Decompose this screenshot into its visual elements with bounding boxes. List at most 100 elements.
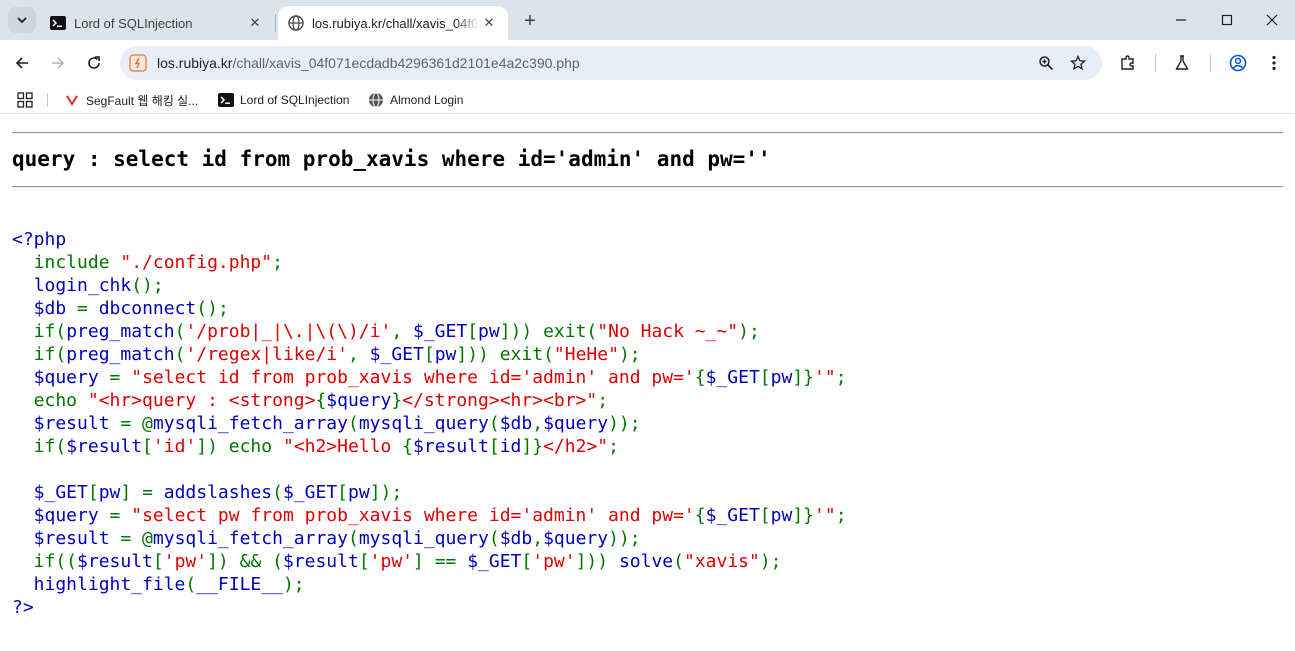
code-token: $_GET bbox=[282, 482, 338, 503]
code-token: echo bbox=[12, 390, 88, 411]
minimize-icon[interactable] bbox=[1158, 0, 1204, 40]
code-token: $db bbox=[499, 528, 533, 549]
tab-title: los.rubiya.kr/chall/xavis_04f071 bbox=[312, 15, 480, 31]
code-token: ]); bbox=[369, 482, 403, 503]
maximize-icon[interactable] bbox=[1204, 0, 1250, 40]
code-token: 'id' bbox=[152, 436, 197, 457]
tab-title: Lord of SQLInjection bbox=[74, 15, 193, 31]
code-token: highlight_file bbox=[12, 574, 186, 595]
code-token: ( bbox=[673, 551, 684, 572]
code-token: ]) echo bbox=[196, 436, 283, 457]
code-token: $result bbox=[12, 528, 121, 549]
url-host: los.rubiya.kr bbox=[157, 55, 233, 71]
tab-close-icon[interactable]: ✕ bbox=[246, 14, 264, 32]
labs-button[interactable] bbox=[1166, 47, 1198, 79]
bookmark-star-icon[interactable] bbox=[1066, 51, 1090, 75]
code-line: if(preg_match('/regex|like/i', $_GET[pw]… bbox=[12, 343, 847, 366]
code-token: mysqli_fetch_array bbox=[152, 528, 348, 549]
profile-avatar-icon bbox=[1229, 54, 1247, 72]
tab-strip: Lord of SQLInjection ✕ los.rubiya.kr/cha… bbox=[0, 0, 1295, 40]
code-token: ( bbox=[174, 344, 186, 365]
code-token: ( bbox=[272, 482, 283, 503]
code-token: ( bbox=[347, 528, 359, 549]
code-token: , bbox=[391, 321, 413, 342]
tab-search-button[interactable] bbox=[8, 7, 36, 33]
globe-icon bbox=[288, 15, 304, 31]
forward-button[interactable] bbox=[42, 47, 74, 79]
code-token: if( bbox=[12, 344, 67, 365]
apps-grid-icon[interactable] bbox=[17, 92, 33, 108]
code-token: preg_match bbox=[66, 344, 175, 365]
page-content: query : select id from prob_xavis where … bbox=[0, 120, 1295, 651]
code-token: } bbox=[391, 390, 403, 411]
code-line: $query = "select pw from prob_xavis wher… bbox=[12, 504, 847, 527]
segfault-icon bbox=[64, 92, 80, 108]
code-token: $query bbox=[12, 505, 110, 526]
code-token: pw bbox=[434, 344, 457, 365]
url-text[interactable]: los.rubiya.kr/chall/xavis_04f071ecdadb42… bbox=[157, 55, 580, 71]
code-line: $query = "select id from prob_xavis wher… bbox=[12, 366, 847, 389]
code-token: [ bbox=[488, 436, 500, 457]
site-info-icon[interactable] bbox=[128, 53, 148, 73]
code-token: $_GET bbox=[705, 367, 760, 388]
tab-lord-of-sqlinjection[interactable]: Lord of SQLInjection ✕ bbox=[40, 6, 274, 40]
code-token: 'pw' bbox=[369, 551, 414, 572]
code-token: [ bbox=[759, 505, 771, 526]
globe-icon bbox=[368, 92, 384, 108]
code-token: [ bbox=[759, 367, 771, 388]
code-token: ( bbox=[347, 413, 359, 434]
bookmark-almond-login[interactable]: Almond Login bbox=[368, 86, 463, 114]
code-token: addslashes bbox=[163, 482, 273, 503]
code-token: 'pw' bbox=[532, 551, 576, 572]
arrow-right-icon bbox=[52, 57, 65, 69]
code-token: ]} bbox=[792, 367, 815, 388]
code-token: [ bbox=[521, 551, 533, 572]
code-token: solve bbox=[618, 551, 674, 572]
address-bar[interactable]: los.rubiya.kr/chall/xavis_04f071ecdadb42… bbox=[120, 46, 1102, 80]
code-token: ( bbox=[185, 574, 197, 595]
zoom-icon[interactable] bbox=[1034, 51, 1058, 75]
code-token: ]} bbox=[521, 436, 544, 457]
code-token: ] = bbox=[120, 482, 164, 503]
code-line: if(preg_match('/prob|_|\.|\(\)/i', $_GET… bbox=[12, 320, 847, 343]
bookmark-label: Almond Login bbox=[390, 93, 464, 107]
code-token: mysqli_query bbox=[358, 413, 489, 434]
bookmark-label: SegFault 웹 해킹 실... bbox=[86, 93, 199, 108]
menu-button[interactable] bbox=[1258, 47, 1290, 79]
code-token: $_GET bbox=[467, 551, 522, 572]
code-token: dbconnect bbox=[98, 298, 197, 319]
bookmark-lord-of-sqlinjection[interactable]: Lord of SQLInjection bbox=[218, 86, 349, 114]
code-token: 'pw' bbox=[163, 551, 208, 572]
code-token: "<hr>query : <strong> bbox=[87, 390, 316, 411]
bookmark-segfault[interactable]: SegFault 웹 해킹 실... bbox=[64, 86, 198, 114]
new-tab-plus-icon[interactable]: + bbox=[518, 9, 542, 33]
tab-close-icon[interactable]: ✕ bbox=[480, 14, 498, 32]
puzzle-icon bbox=[1121, 55, 1134, 70]
code-token: ( bbox=[488, 413, 500, 434]
profile-button[interactable] bbox=[1222, 47, 1254, 79]
code-token: { bbox=[694, 367, 706, 388]
code-token: , bbox=[532, 528, 544, 549]
code-token: $result bbox=[77, 551, 153, 572]
browser-toolbar: los.rubiya.kr/chall/xavis_04f071ecdadb42… bbox=[0, 40, 1295, 86]
code-token: "select pw from prob_xavis where id='adm… bbox=[131, 505, 695, 526]
code-token: ])) exit( bbox=[456, 344, 554, 365]
extensions-button[interactable] bbox=[1112, 47, 1144, 79]
code-line: echo "<hr>query : <strong>{$query}</stro… bbox=[12, 389, 847, 412]
code-token: '/prob|_|\.|\(\)/i' bbox=[185, 321, 392, 342]
code-line: include "./config.php"; bbox=[12, 251, 847, 274]
code-token: $query bbox=[326, 390, 392, 411]
back-button[interactable] bbox=[6, 47, 38, 79]
reload-button[interactable] bbox=[78, 47, 110, 79]
close-window-icon[interactable] bbox=[1249, 0, 1295, 40]
code-token: preg_match bbox=[66, 321, 175, 342]
code-token: ; bbox=[835, 367, 847, 388]
tab-xavis[interactable]: los.rubiya.kr/chall/xavis_04f071 ✕ bbox=[278, 6, 508, 40]
code-token: <?php bbox=[12, 229, 67, 250]
toolbar-divider bbox=[1210, 54, 1211, 72]
code-token: [ bbox=[87, 482, 99, 503]
code-token: = @ bbox=[120, 413, 153, 434]
code-token: = bbox=[109, 367, 132, 388]
code-token: pw bbox=[478, 321, 500, 342]
code-token: </h2>" bbox=[543, 436, 609, 457]
